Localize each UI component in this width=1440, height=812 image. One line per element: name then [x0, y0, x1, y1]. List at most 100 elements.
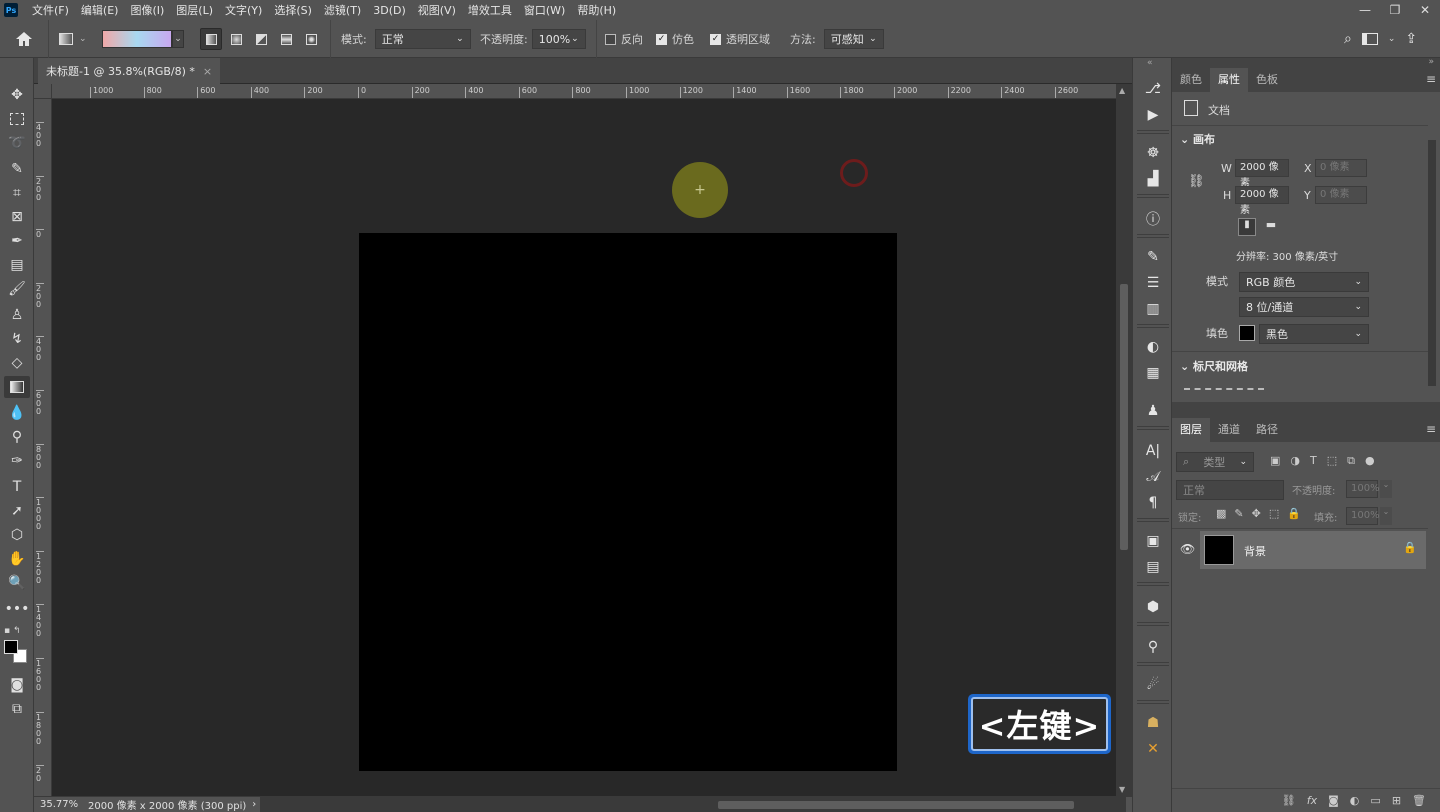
panel-menu-icon[interactable]: ≡ [1426, 72, 1436, 86]
chevron-down-icon[interactable]: ⌄ [1380, 480, 1392, 498]
scroll-up-icon[interactable]: ▲ [1119, 86, 1125, 95]
width-field[interactable]: 2000 像素 [1235, 159, 1289, 189]
character-styles-icon[interactable]: ▣ [1140, 530, 1166, 552]
y-field[interactable]: 0 像素 [1315, 186, 1367, 204]
minimize-button[interactable]: — [1350, 0, 1380, 20]
menu-image[interactable]: 图像(I) [124, 2, 170, 18]
dither-checkbox[interactable]: ✓ 仿色 [656, 20, 694, 58]
crop-tool-icon[interactable]: ⌗ [4, 182, 30, 204]
layer-mask-icon[interactable]: ◙ [1328, 794, 1339, 807]
restore-button[interactable]: ❐ [1380, 0, 1410, 20]
menu-plugins[interactable]: 增效工具 [462, 2, 518, 18]
layer-opacity-field[interactable]: 100% [1346, 480, 1380, 498]
tab-color[interactable]: 颜色 [1172, 68, 1210, 92]
horizontal-ruler[interactable]: 1000 800 600 400 200 0 200 400 600 800 1000 1200 140… [52, 84, 1116, 99]
zoom-tool-icon[interactable]: 🔍 [4, 572, 30, 594]
workspace-icon[interactable] [1361, 33, 1378, 45]
brush-settings-icon[interactable]: ✎ [1140, 246, 1166, 268]
color-lookup-icon[interactable]: ◐ [1140, 336, 1166, 358]
layers-menu-icon[interactable]: ≡ [1426, 422, 1436, 436]
healing-brush-tool-icon[interactable]: ▤ [4, 254, 30, 276]
quick-selection-tool-icon[interactable]: ✎ [4, 158, 30, 180]
plugin-tools-icon[interactable]: ✕ [1140, 738, 1166, 760]
lock-position-icon[interactable]: ✥ [1252, 507, 1261, 520]
new-group-icon[interactable]: ▭ [1370, 794, 1380, 807]
quick-mask-icon[interactable]: ◙ [4, 674, 30, 696]
menu-window[interactable]: 窗口(W) [518, 2, 571, 18]
scroll-down-icon[interactable]: ▼ [1119, 785, 1125, 794]
menu-view[interactable]: 视图(V) [412, 2, 462, 18]
search-icon[interactable]: ⌕ [1344, 31, 1352, 47]
x-field[interactable]: 0 像素 [1315, 159, 1367, 177]
reverse-checkbox-box[interactable] [605, 33, 616, 45]
blend-mode-select[interactable]: 正常 [1176, 480, 1284, 500]
lasso-tool-icon[interactable]: ➰ [4, 132, 30, 154]
chevron-down-icon[interactable]: ⌄ [1380, 507, 1392, 525]
layer-filter-select[interactable]: ⌕ 类型 ⌄ [1176, 452, 1254, 472]
status-menu-arrow[interactable]: › [252, 799, 256, 810]
height-field[interactable]: 2000 像素 [1235, 186, 1289, 216]
ruler-corner[interactable] [34, 84, 52, 99]
mode-select[interactable]: 正常 ⌄ [374, 29, 471, 49]
document-canvas[interactable] [359, 233, 897, 771]
3d-panel-icon[interactable]: ⬢ [1140, 596, 1166, 618]
adjustments-panel-icon[interactable]: ☸ [1140, 142, 1166, 164]
filter-toggle-icon[interactable]: ● [1365, 454, 1375, 468]
diamond-gradient-button[interactable] [300, 28, 322, 50]
menu-3d[interactable]: 3D(D) [367, 4, 412, 17]
type-tool-icon[interactable]: T [4, 476, 30, 498]
close-window-button[interactable]: ✕ [1410, 0, 1440, 20]
share-icon[interactable]: ⇪ [1405, 31, 1417, 47]
chevron-down-icon[interactable]: ⌄ [1388, 34, 1396, 44]
menu-select[interactable]: 选择(S) [268, 2, 318, 18]
ruler-units-icons[interactable] [1184, 388, 1264, 392]
adjustment-filter-icon[interactable]: ◑ [1290, 454, 1300, 468]
learn-panel-icon[interactable]: ☄ [1140, 674, 1166, 696]
portrait-orientation-icon[interactable]: ▮ [1238, 218, 1256, 236]
gradient-picker[interactable]: ⌄ [102, 20, 184, 58]
type-filter-icon[interactable]: T [1310, 454, 1317, 468]
eyedropper-tool-icon[interactable]: ✒ [4, 230, 30, 252]
pen-tool-icon[interactable]: ✑ [4, 450, 30, 472]
actions-panel-icon[interactable]: ▶ [1140, 104, 1166, 126]
histogram-panel-icon[interactable]: ▟ [1140, 168, 1166, 190]
horizontal-scroll-thumb[interactable] [718, 801, 1074, 809]
adjustment-layer-icon[interactable]: ◐ [1350, 794, 1360, 807]
angle-gradient-button[interactable] [250, 28, 272, 50]
transparency-checkbox[interactable]: ✓ 透明区域 [710, 20, 770, 58]
zoom-level[interactable]: 35.77% [40, 799, 84, 810]
foreground-color-swatch[interactable] [4, 640, 18, 654]
tab-channels[interactable]: 通道 [1210, 418, 1248, 442]
visibility-eye-icon[interactable]: 👁 [1180, 542, 1195, 556]
layer-row[interactable]: 背景 🔒 [1200, 531, 1426, 569]
bit-depth-select[interactable]: 8 位/通道 ⌄ [1239, 297, 1369, 317]
dither-check-icon[interactable]: ✓ [656, 33, 667, 45]
glyphs-panel-icon[interactable]: 𝒜 [1140, 466, 1166, 488]
properties-scrollbar[interactable] [1428, 140, 1436, 386]
delete-layer-icon[interactable]: 🗑 [1412, 794, 1426, 807]
blur-tool-icon[interactable]: 💧 [4, 402, 30, 424]
tab-paths[interactable]: 路径 [1248, 418, 1286, 442]
transparency-check-icon[interactable]: ✓ [710, 33, 721, 45]
vertical-ruler[interactable]: 4 0 0 2 0 0 0 2 0 0 4 0 0 6 0 0 8 0 0 1 0 0 0 1 … [34, 84, 52, 796]
new-layer-icon[interactable]: ⊞ [1392, 794, 1401, 807]
gradient-swatch[interactable] [102, 30, 172, 48]
opacity-field[interactable]: 100% ⌄ [531, 29, 586, 49]
path-selection-tool-icon[interactable]: ➚ [4, 500, 30, 522]
frame-tool-icon[interactable]: ⊠ [4, 206, 30, 228]
method-select[interactable]: 可感知 ⌄ [823, 29, 884, 49]
brush-tool-icon[interactable]: 🖌 [4, 278, 30, 300]
tab-layers[interactable]: 图层 [1172, 418, 1210, 442]
collapse-panels-icon[interactable]: » [1428, 57, 1434, 67]
paragraph-panel-icon[interactable]: ¶ [1140, 492, 1166, 514]
fill-color-swatch[interactable] [1239, 325, 1255, 341]
lock-pixels-icon[interactable]: ✎ [1234, 507, 1243, 520]
tool-preset-picker[interactable]: ⌄ [48, 20, 87, 58]
linear-gradient-button[interactable] [200, 28, 222, 50]
more-tools-icon[interactable]: ••• [4, 598, 30, 620]
move-tool-icon[interactable]: ✥ [4, 84, 30, 106]
home-button[interactable] [14, 20, 34, 58]
canvas-section-toggle[interactable]: ⌄ 画布 [1180, 131, 1215, 147]
menu-file[interactable]: 文件(F) [26, 2, 75, 18]
lock-transparent-icon[interactable]: ▩ [1216, 507, 1226, 520]
